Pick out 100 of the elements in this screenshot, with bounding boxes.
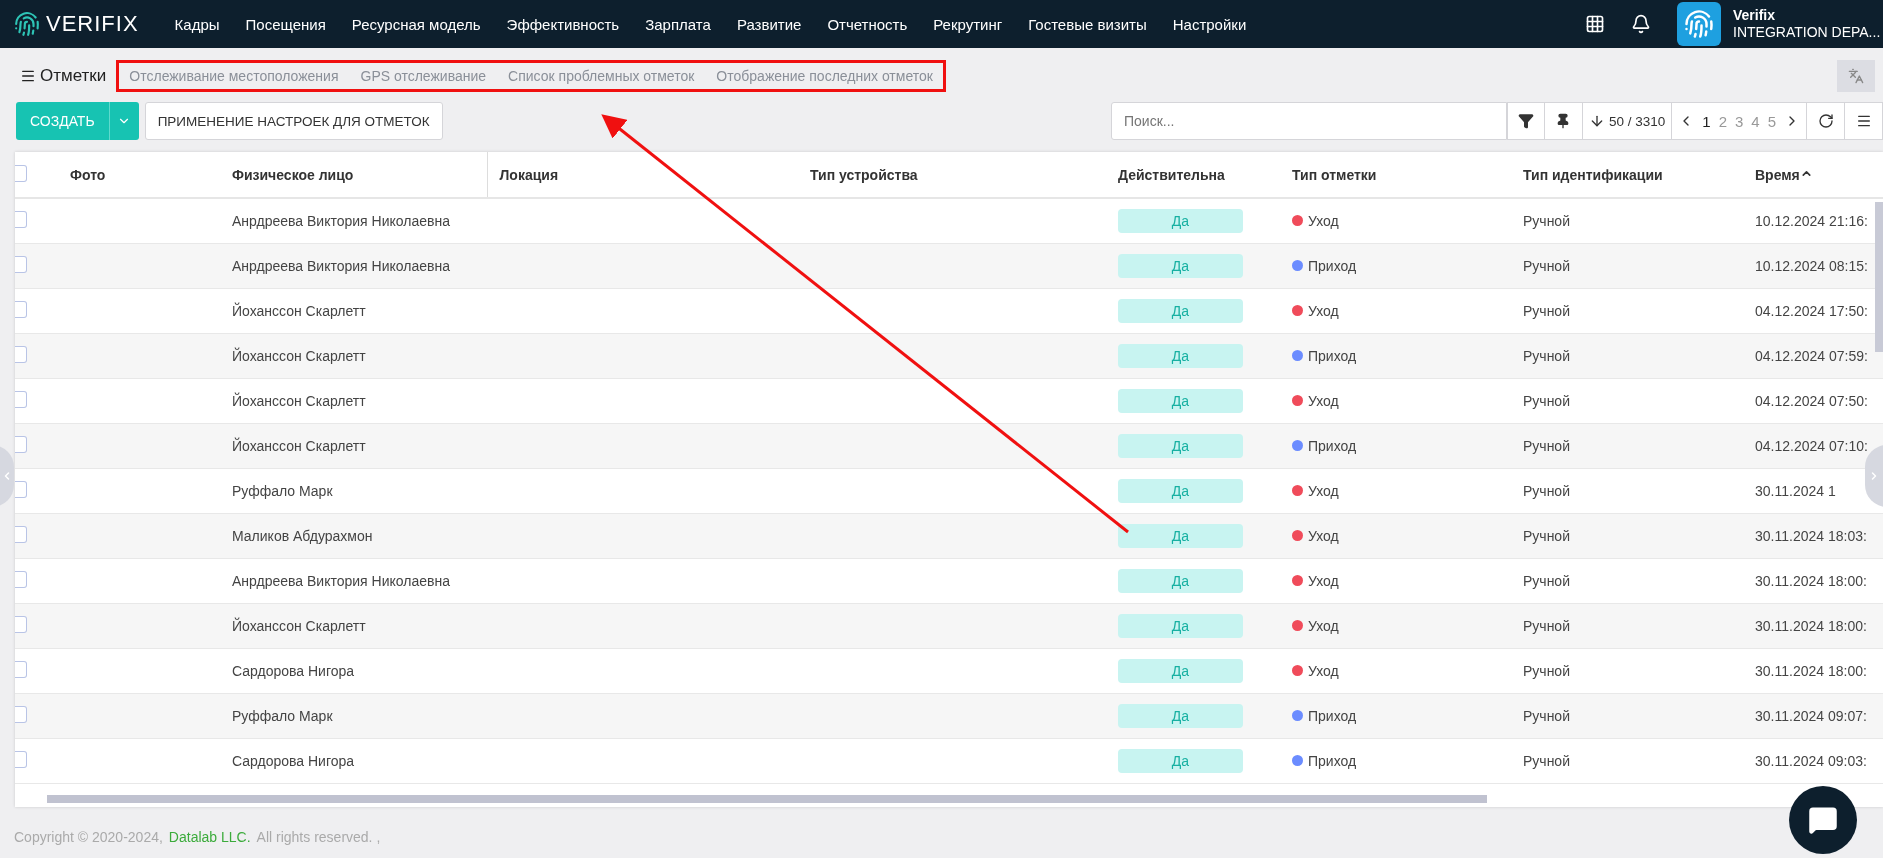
translate-icon: [1848, 68, 1864, 84]
fingerprint-avatar[interactable]: [1677, 2, 1721, 46]
vertical-scrollbar[interactable]: [1875, 202, 1883, 352]
nav-menu-item[interactable]: Зарплата: [645, 15, 711, 33]
mark-type-text: Уход: [1308, 527, 1339, 544]
valid-badge: Да: [1118, 299, 1243, 323]
valid-badge: Да: [1118, 659, 1243, 683]
nav-menu-item[interactable]: Отчетность: [827, 15, 908, 33]
copyright-text: Copyright © 2020-2024,: [14, 829, 163, 845]
menu-icon: [1855, 113, 1872, 129]
nav-menu-item[interactable]: Ресурсная модель: [351, 15, 481, 33]
mark-type-text: Приход: [1308, 752, 1357, 769]
valid-badge: Да: [1118, 569, 1243, 593]
row-checkbox[interactable]: [15, 571, 27, 588]
apps-grid-icon[interactable]: [1585, 14, 1605, 34]
identification-cell: Ручной: [1511, 738, 1743, 784]
nav-menu-item[interactable]: Рекрутинг: [933, 15, 1003, 33]
row-checkbox[interactable]: [15, 391, 27, 408]
nav-menu-item[interactable]: Эффективность: [506, 15, 620, 33]
select-all-checkbox[interactable]: [15, 164, 27, 182]
nav-menu-item[interactable]: Кадры: [174, 15, 220, 33]
create-dropdown-button[interactable]: [108, 102, 139, 140]
time-cell: 30.11.2024 18:03:: [1743, 513, 1883, 559]
person-cell: Йоханссон Скарлетт: [220, 423, 487, 469]
valid-badge: Да: [1118, 254, 1243, 278]
pin-button[interactable]: [1544, 102, 1583, 140]
identification-cell: Ручной: [1511, 423, 1743, 469]
mark-type-text: Уход: [1308, 212, 1339, 229]
time-cell: 30.11.2024 09:03:: [1743, 738, 1883, 784]
row-checkbox[interactable]: [15, 436, 27, 453]
valid-badge: Да: [1118, 479, 1243, 503]
filter-icon: [1517, 113, 1534, 129]
row-checkbox[interactable]: [15, 256, 27, 273]
chat-bubble-icon: [1808, 805, 1838, 835]
row-checkbox[interactable]: [15, 301, 27, 318]
identification-cell: Ручной: [1511, 513, 1743, 559]
identification-cell: Ручной: [1511, 378, 1743, 424]
nav-menu-item[interactable]: Настройки: [1172, 15, 1247, 33]
horizontal-scrollbar[interactable]: [47, 795, 1487, 803]
person-cell: Сардорова Нигора: [220, 738, 487, 784]
filter-button[interactable]: [1506, 102, 1545, 140]
time-cell: 30.11.2024 18:00:: [1743, 603, 1883, 649]
menu-icon[interactable]: [20, 68, 36, 84]
user-name: Verifix: [1733, 7, 1777, 24]
apply-settings-button[interactable]: ПРИМЕНЕНИЕ НАСТРОЕК ДЛЯ ОТМЕТОК: [144, 102, 443, 140]
identification-cell: Ручной: [1511, 243, 1743, 289]
time-cell: 30.11.2024 18:00:: [1743, 558, 1883, 604]
time-cell: 30.11.2024 09:07:: [1743, 693, 1883, 739]
row-checkbox[interactable]: [15, 706, 27, 723]
row-checkbox[interactable]: [15, 526, 27, 543]
person-cell: Йоханссон Скарлетт: [220, 378, 487, 424]
time-cell: 04.12.2024 07:50:: [1743, 378, 1883, 424]
person-cell: Руффало Марк: [220, 693, 487, 739]
mark-type-text: Уход: [1308, 617, 1339, 634]
valid-badge: Да: [1118, 614, 1243, 638]
mark-type-text: Уход: [1308, 392, 1339, 409]
nav-menu-item[interactable]: Посещения: [245, 15, 326, 33]
mark-type-text: Уход: [1308, 302, 1339, 319]
mark-type-text: Уход: [1308, 482, 1339, 499]
row-checkbox[interactable]: [15, 616, 27, 633]
mark-type-text: Уход: [1308, 572, 1339, 589]
person-cell: Маликов Абдурахмон: [220, 513, 487, 559]
valid-badge: Да: [1118, 704, 1243, 728]
row-checkbox[interactable]: [15, 661, 27, 678]
nav-menu-item[interactable]: Развитие: [736, 15, 802, 33]
page-link[interactable]: 1: [1702, 112, 1711, 130]
identification-cell: Ручной: [1511, 558, 1743, 604]
rights-text: All rights reserved. ,: [256, 829, 381, 845]
valid-badge: Да: [1118, 209, 1243, 233]
list-menu-button[interactable]: [1845, 102, 1883, 140]
language-button[interactable]: [1837, 60, 1875, 92]
identification-cell: Ручной: [1511, 648, 1743, 694]
nav-menu-item[interactable]: Гостевые визиты: [1028, 15, 1147, 33]
valid-badge: Да: [1118, 344, 1243, 368]
time-cell: 30.11.2024 18:00:: [1743, 648, 1883, 694]
person-cell: Сардорова Нигора: [220, 648, 487, 694]
page-title: Отметки: [40, 66, 107, 86]
user-organization: INTEGRATION DEPA...: [1733, 24, 1882, 41]
identification-cell: Ручной: [1511, 198, 1743, 244]
mark-type-text: Приход: [1308, 257, 1357, 274]
sort-count-button[interactable]: 50 / 3310: [1582, 102, 1673, 140]
row-checkbox[interactable]: [15, 211, 27, 228]
identification-cell: Ручной: [1511, 333, 1743, 379]
notification-bell-icon[interactable]: [1631, 14, 1651, 34]
mark-type-text: Приход: [1308, 707, 1357, 724]
row-checkbox[interactable]: [15, 346, 27, 363]
mark-type-text: Уход: [1308, 662, 1339, 679]
valid-badge: Да: [1118, 524, 1243, 548]
mark-type-text: Приход: [1308, 347, 1357, 364]
valid-badge: Да: [1118, 389, 1243, 413]
logo[interactable]: VERIFIX: [14, 11, 139, 37]
row-checkbox[interactable]: [15, 751, 27, 768]
refresh-icon: [1817, 113, 1834, 129]
person-cell: Йоханссон Скарлетт: [220, 288, 487, 334]
person-cell: Анрдреева Виктория Николаевна: [220, 558, 487, 604]
refresh-button[interactable]: [1807, 102, 1845, 140]
mark-type-text: Приход: [1308, 437, 1357, 454]
row-checkbox[interactable]: [15, 481, 27, 498]
search-field[interactable]: Поиск...: [1110, 102, 1507, 140]
identification-cell: Ручной: [1511, 693, 1743, 739]
